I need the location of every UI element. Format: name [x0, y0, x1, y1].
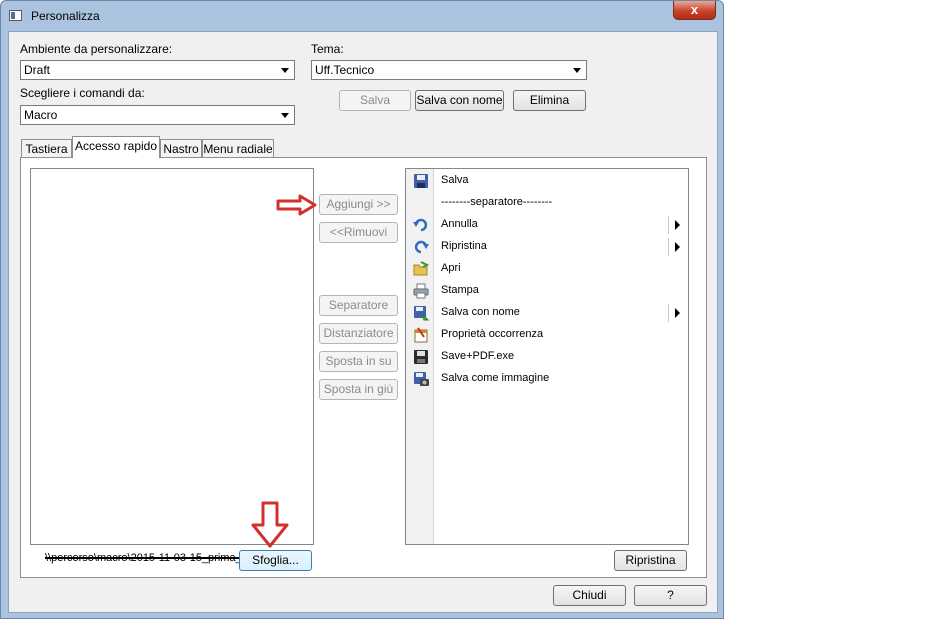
tab-tastiera[interactable]: Tastiera: [21, 139, 72, 158]
commands-from-label: Scegliere i comandi da:: [20, 86, 145, 100]
list-item-label: Annulla: [441, 218, 478, 230]
list-item[interactable]: Salva con nome: [406, 302, 688, 324]
theme-value: Uff.Tecnico: [315, 63, 375, 77]
save-pdf-icon: [414, 350, 428, 364]
dialog-window: Personalizza x Ambiente da personalizzar…: [0, 0, 724, 619]
add-button[interactable]: Aggiungi >>: [319, 194, 398, 215]
list-item-label: Apri: [441, 262, 461, 274]
open-folder-icon: [413, 261, 429, 276]
browse-button[interactable]: Sfoglia...: [239, 550, 312, 571]
move-down-button[interactable]: Sposta in giù: [319, 379, 398, 400]
submenu-arrow-icon[interactable]: [675, 220, 680, 230]
list-item-label: Save+PDF.exe: [441, 350, 515, 362]
list-item-label: Salva: [441, 174, 469, 186]
spacer-button[interactable]: Distanziatore: [319, 323, 398, 344]
list-item-label: Ripristina: [441, 240, 487, 252]
environment-select[interactable]: Draft: [20, 60, 295, 80]
divider: [668, 238, 669, 256]
list-item-label: --------separatore--------: [441, 196, 553, 208]
restore-button[interactable]: Ripristina: [614, 550, 687, 571]
save-theme-button[interactable]: Salva: [339, 90, 411, 111]
theme-label: Tema:: [311, 42, 344, 56]
chevron-down-icon: [573, 68, 581, 73]
separator-button[interactable]: Separatore: [319, 295, 398, 316]
quick-access-panel: Aggiungi >> <<Rimuovi Separatore Distanz…: [20, 157, 707, 578]
tab-menu-radiale[interactable]: Menu radiale: [202, 139, 274, 158]
close-window-button[interactable]: x: [673, 1, 716, 20]
list-item[interactable]: --------separatore--------: [406, 192, 688, 214]
help-button[interactable]: ?: [634, 585, 707, 606]
commands-from-select[interactable]: Macro: [20, 105, 295, 125]
delete-theme-button[interactable]: Elimina: [513, 90, 586, 111]
list-item-label: Salva come immagine: [441, 372, 550, 384]
dialog-content: Ambiente da personalizzare: Draft Scegli…: [8, 31, 718, 613]
window-title: Personalizza: [31, 9, 100, 23]
title-bar[interactable]: Personalizza x: [1, 1, 723, 31]
submenu-arrow-icon[interactable]: [675, 242, 680, 252]
save-theme-as-button[interactable]: Salva con nome: [415, 90, 504, 111]
annotation-arrow-right-icon: [276, 194, 317, 216]
remove-button[interactable]: <<Rimuovi: [319, 222, 398, 243]
chevron-down-icon: [281, 68, 289, 73]
submenu-arrow-icon[interactable]: [675, 308, 680, 318]
quick-access-list[interactable]: Salva --------separatore-------- Annulla…: [405, 168, 689, 545]
close-button[interactable]: Chiudi: [553, 585, 626, 606]
divider: [668, 304, 669, 322]
list-item-label: Proprietà occorrenza: [441, 328, 544, 340]
environment-value: Draft: [24, 63, 51, 77]
tab-nastro[interactable]: Nastro: [160, 139, 202, 158]
list-item[interactable]: Stampa: [406, 280, 688, 302]
theme-select[interactable]: Uff.Tecnico: [311, 60, 587, 80]
commands-from-value: Macro: [24, 108, 58, 122]
list-item[interactable]: Ripristina: [406, 236, 688, 258]
list-item-label: Stampa: [441, 284, 479, 296]
chevron-down-icon: [281, 113, 289, 118]
list-item[interactable]: Salva: [406, 170, 688, 192]
tab-accesso-rapido[interactable]: Accesso rapido: [72, 136, 160, 158]
list-item[interactable]: Salva come immagine: [406, 368, 688, 390]
available-commands-list[interactable]: [30, 168, 314, 545]
move-up-button[interactable]: Sposta in su: [319, 351, 398, 372]
environment-label: Ambiente da personalizzare:: [20, 42, 173, 56]
annotation-arrow-down-icon: [251, 501, 289, 548]
list-item[interactable]: Apri: [406, 258, 688, 280]
undo-icon: [413, 218, 428, 232]
divider: [668, 216, 669, 234]
list-item[interactable]: Save+PDF.exe: [406, 346, 688, 368]
print-icon: [413, 283, 429, 299]
save-icon: [414, 174, 428, 188]
redo-icon: [414, 240, 429, 254]
save-as-icon: [414, 306, 429, 321]
macro-path-text: \\percorso\macro\2015-11-03-15_prima_lin…: [45, 552, 265, 564]
list-item[interactable]: Proprietà occorrenza: [406, 324, 688, 346]
properties-icon: [414, 327, 428, 343]
list-item-label: Salva con nome: [441, 306, 520, 318]
save-image-icon: [414, 372, 429, 386]
list-item[interactable]: Annulla: [406, 214, 688, 236]
app-icon: [9, 10, 22, 21]
